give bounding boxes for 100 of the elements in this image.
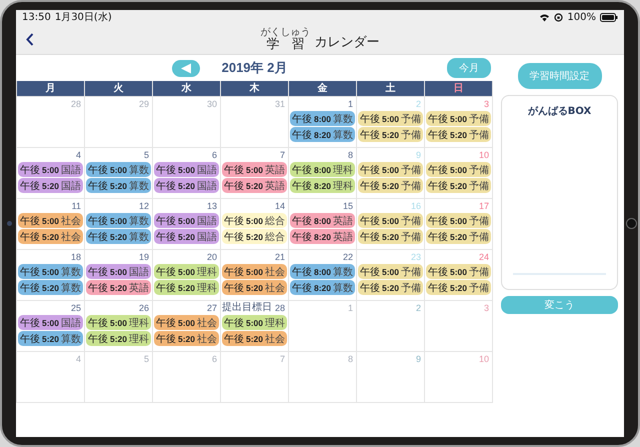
event-chip[interactable]: 午後 5:00 社会 [154, 315, 219, 330]
day-cell[interactable]: 11 午後 5:00 社会 午後 5:20 社会 [17, 199, 84, 249]
day-cell[interactable]: 2 午後 5:00 予備 午後 5:20 予備 [357, 97, 424, 147]
event-chip[interactable]: 午後 8:00 理科 [290, 162, 355, 177]
event-chip[interactable]: 午後 5:00 算数 [86, 162, 151, 177]
day-cell[interactable]: 18 午後 5:00 算数 午後 5:20 算数 [17, 250, 84, 300]
day-cell[interactable]: 12 午後 5:00 算数 午後 5:20 算数 [85, 199, 152, 249]
period-label: 午後 [428, 266, 448, 278]
day-cell[interactable]: 10 午後 5:00 予備 午後 5:20 予備 [425, 148, 492, 198]
day-cell[interactable]: 16 午後 5:00 予備 午後 5:20 予備 [357, 199, 424, 249]
day-cell[interactable]: 23 午後 5:00 予備 午後 5:20 予備 [357, 250, 424, 300]
event-chip[interactable]: 午後 5:00 理科 [154, 264, 219, 279]
event-chip[interactable]: 午後 5:00 理科 [222, 315, 287, 330]
event-chip[interactable]: 午後 5:20 予備 [358, 178, 423, 193]
subject-label: 理科 [265, 316, 286, 330]
event-chip[interactable]: 午後 5:20 予備 [358, 127, 423, 142]
day-number: 31 [274, 99, 286, 109]
subject-label: 理科 [129, 316, 150, 330]
event-chip[interactable]: 午後 8:00 算数 [290, 264, 355, 279]
event-chip[interactable]: 午後 5:20 予備 [426, 178, 491, 193]
event-chip[interactable]: 午後 5:20 予備 [426, 229, 491, 244]
event-chip[interactable]: 午後 5:00 予備 [358, 213, 423, 228]
day-cell[interactable]: 13 午後 5:00 国語 午後 5:20 国語 [153, 199, 220, 249]
event-chip[interactable]: 午後 8:00 算数 [290, 111, 355, 126]
event-chip[interactable]: 午後 5:00 予備 [426, 162, 491, 177]
day-cell[interactable]: 6 午後 5:00 国語 午後 5:20 国語 [153, 148, 220, 198]
day-cell[interactable]: 14 午後 5:00 総合 午後 5:20 総合 [221, 199, 288, 249]
day-cell[interactable]: 4 午後 5:00 国語 午後 5:20 国語 [17, 148, 84, 198]
event-chip[interactable]: 午後 5:00 算数 [18, 264, 83, 279]
event-chip[interactable]: 午後 5:00 予備 [358, 264, 423, 279]
event-chip[interactable]: 午後 5:00 社会 [18, 213, 83, 228]
event-chip[interactable]: 午後 5:00 予備 [426, 111, 491, 126]
event-chip[interactable]: 午後 8:20 算数 [290, 280, 355, 295]
day-cell[interactable]: 25 午後 5:00 国語 午後 5:20 算数 [17, 301, 84, 351]
event-chip[interactable]: 午後 5:20 算数 [18, 331, 83, 346]
day-number: 8 [348, 354, 354, 364]
event-chip[interactable]: 午後 5:00 国語 [154, 162, 219, 177]
event-chip[interactable]: 午後 8:00 英語 [290, 213, 355, 228]
event-chip[interactable]: 午後 8:20 算数 [290, 127, 355, 142]
event-chip[interactable]: 午後 8:20 英語 [290, 229, 355, 244]
day-cell[interactable]: 7 午後 5:00 英語 午後 5:20 英語 [221, 148, 288, 198]
day-cell[interactable]: 27 午後 5:00 社会 午後 5:20 社会 [153, 301, 220, 351]
event-chip[interactable]: 午後 5:20 国語 [154, 178, 219, 193]
previous-month-button[interactable] [172, 60, 200, 76]
period-label: 午後 [20, 282, 40, 294]
event-chip[interactable]: 午後 5:00 総合 [222, 213, 287, 228]
day-cell[interactable]: 1 午後 8:00 算数 午後 8:20 算数 [289, 97, 356, 147]
event-chip[interactable]: 午後 5:20 社会 [18, 229, 83, 244]
day-cell[interactable]: 3 午後 5:00 予備 午後 5:20 予備 [425, 97, 492, 147]
event-chip[interactable]: 午後 5:00 社会 [222, 264, 287, 279]
day-cell[interactable]: 17 午後 5:00 予備 午後 5:20 予備 [425, 199, 492, 249]
home-button[interactable] [626, 218, 636, 229]
event-chip[interactable]: 午後 5:00 予備 [358, 162, 423, 177]
event-chip[interactable]: 午後 5:20 予備 [426, 127, 491, 142]
event-chip[interactable]: 午後 5:00 国語 [154, 213, 219, 228]
period-label: 午後 [224, 266, 244, 278]
event-chip[interactable]: 午後 5:20 英語 [86, 280, 151, 295]
event-chip[interactable]: 午後 5:20 社会 [222, 331, 287, 346]
event-chip[interactable]: 午後 5:20 算数 [86, 178, 151, 193]
event-chip[interactable]: 午後 5:20 理科 [86, 331, 151, 346]
event-chip[interactable]: 午後 5:00 国語 [18, 315, 83, 330]
day-cell[interactable]: 22 午後 8:00 算数 午後 8:20 算数 [289, 250, 356, 300]
event-chip[interactable]: 午後 5:20 国語 [18, 178, 83, 193]
time-label: 5:20 [42, 180, 60, 190]
day-cell[interactable]: 26 午後 5:00 理科 午後 5:20 理科 [85, 301, 152, 351]
day-cell[interactable]: 15 午後 8:00 英語 午後 8:20 英語 [289, 199, 356, 249]
event-chip[interactable]: 午後 5:20 国語 [154, 229, 219, 244]
event-chip[interactable]: 午後 5:00 英語 [222, 162, 287, 177]
period-label: 午後 [20, 180, 40, 192]
event-chip[interactable]: 午後 5:20 英語 [222, 178, 287, 193]
day-number: 10 [478, 354, 490, 364]
event-chip[interactable]: 午後 5:20 社会 [154, 331, 219, 346]
event-chip[interactable]: 午後 5:20 理科 [154, 280, 219, 295]
event-chip[interactable]: 午後 5:20 算数 [86, 229, 151, 244]
day-cell[interactable]: 24 午後 5:00 予備 午後 5:20 予備 [425, 250, 492, 300]
event-chip[interactable]: 午後 5:20 予備 [358, 280, 423, 295]
day-cell[interactable]: 5 午後 5:00 算数 午後 5:20 算数 [85, 148, 152, 198]
day-number: 7 [280, 354, 286, 364]
event-chip[interactable]: 午後 5:00 国語 [18, 162, 83, 177]
subject-label: 国語 [129, 266, 150, 278]
day-cell[interactable]: 20 午後 5:00 理科 午後 5:20 理科 [153, 250, 220, 300]
event-chip[interactable]: 午後 5:20 予備 [426, 280, 491, 295]
event-chip[interactable]: 午後 5:00 予備 [358, 111, 423, 126]
event-chip[interactable]: 午後 5:20 社会 [222, 280, 287, 295]
event-chip[interactable]: 午後 5:20 予備 [358, 229, 423, 244]
event-chip[interactable]: 午後 8:20 理科 [290, 178, 355, 193]
status-date: 1月30日(水) [54, 10, 112, 24]
day-cell[interactable]: 9 午後 5:00 予備 午後 5:20 予備 [357, 148, 424, 198]
day-cell[interactable]: 19 午後 5:00 国語 午後 5:20 英語 [85, 250, 152, 300]
time-label: 5:20 [42, 282, 60, 292]
event-chip[interactable]: 午後 5:00 理科 [86, 315, 151, 330]
event-chip[interactable]: 午後 5:00 算数 [86, 213, 151, 228]
day-cell[interactable]: 21 午後 5:00 社会 午後 5:20 社会 [221, 250, 288, 300]
event-chip[interactable]: 午後 5:20 総合 [222, 229, 287, 244]
event-chip[interactable]: 午後 5:20 算数 [18, 280, 83, 295]
day-cell[interactable]: 8 午後 8:00 理科 午後 8:20 理科 [289, 148, 356, 198]
event-chip[interactable]: 午後 5:00 国語 [86, 264, 151, 279]
event-chip[interactable]: 午後 5:00 予備 [426, 264, 491, 279]
event-chip[interactable]: 午後 5:00 予備 [426, 213, 491, 228]
day-cell[interactable]: 提出目標日 28 午後 5:00 理科 午後 5:20 社会 [221, 301, 288, 351]
